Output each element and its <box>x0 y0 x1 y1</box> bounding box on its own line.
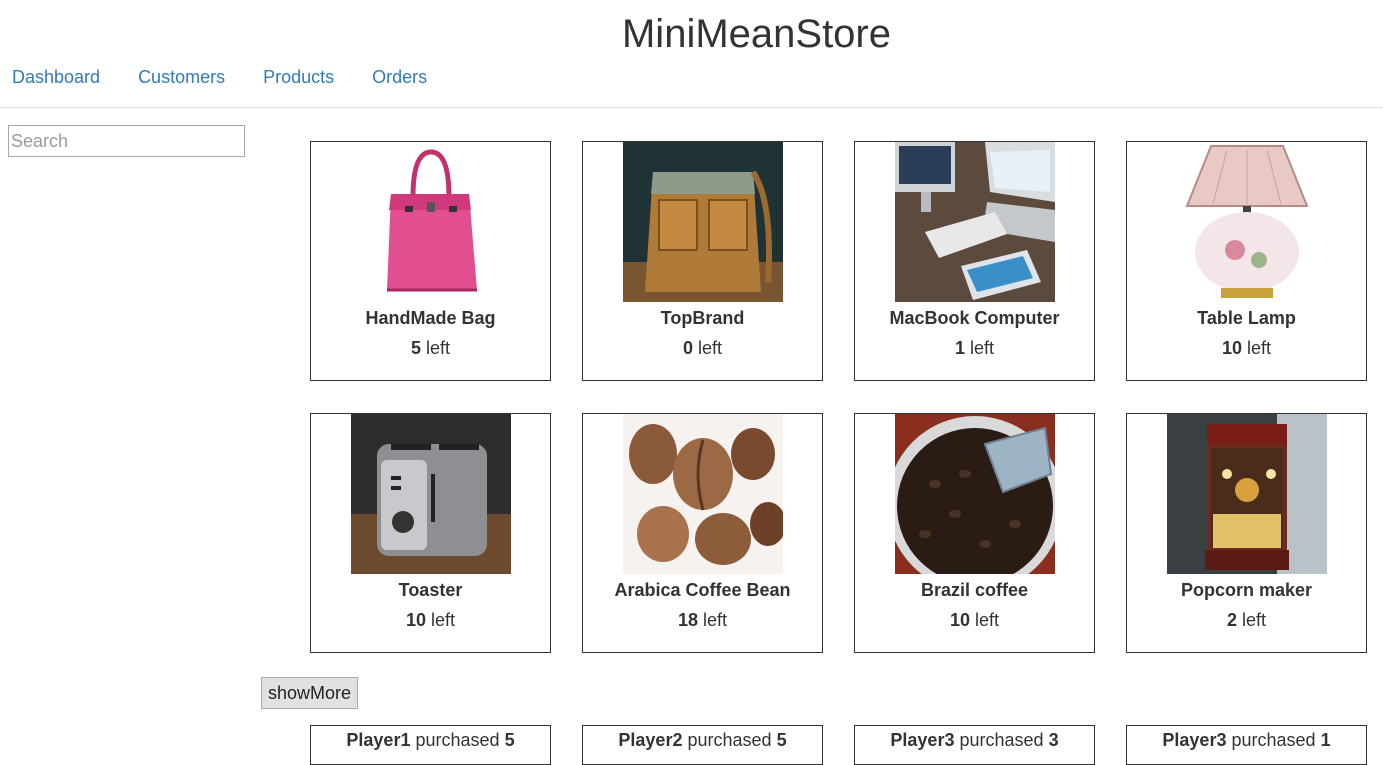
purchase-qty: 1 <box>1320 730 1331 750</box>
porcelain-lamp-image <box>1166 142 1327 302</box>
desk-computers-image <box>894 142 1055 302</box>
purchase-qty: 5 <box>776 730 787 750</box>
pink-handbag-image <box>350 142 511 302</box>
player-name: Player3 <box>1162 730 1227 750</box>
product-stock: 10 left <box>949 610 1000 630</box>
product-name: Toaster <box>398 580 463 600</box>
product-name: HandMade Bag <box>365 308 496 328</box>
product-stock: 18 left <box>677 610 728 630</box>
product-stock: 2 left <box>1226 610 1267 630</box>
product-card[interactable]: MacBook Computer 1 left <box>854 141 1095 381</box>
product-card[interactable]: Brazil coffee 10 left <box>854 413 1095 653</box>
purchase-card: Player1 purchased 5 <box>310 725 551 765</box>
header-divider <box>0 107 1383 108</box>
product-stock: 0 left <box>682 338 723 358</box>
player-name: Player3 <box>890 730 955 750</box>
product-name: MacBook Computer <box>889 308 1060 328</box>
product-card[interactable]: Table Lamp 10 left <box>1126 141 1367 381</box>
popcorn-machine-image <box>1166 414 1327 574</box>
purchase-card: Player3 purchased 3 <box>854 725 1095 765</box>
product-card[interactable]: HandMade Bag 5 left <box>310 141 551 381</box>
show-more-button[interactable]: showMore <box>261 677 359 709</box>
purchase-card: Player2 purchased 5 <box>582 725 823 765</box>
product-name: Popcorn maker <box>1180 580 1313 600</box>
nav-orders[interactable]: Orders <box>372 67 427 88</box>
product-stock: 1 left <box>954 338 995 358</box>
nav-products[interactable]: Products <box>263 67 334 88</box>
product-card[interactable]: TopBrand 0 left <box>582 141 823 381</box>
page-title: MiniMeanStore <box>621 12 891 56</box>
product-name: Table Lamp <box>1197 308 1296 328</box>
chrome-toaster-image <box>350 414 511 574</box>
product-name: TopBrand <box>660 308 745 328</box>
coffee-beans-image <box>622 414 783 574</box>
nav-customers[interactable]: Customers <box>138 67 225 88</box>
purchase-qty: 3 <box>1048 730 1059 750</box>
product-card[interactable]: Popcorn maker 2 left <box>1126 413 1367 653</box>
product-name: Arabica Coffee Bean <box>614 580 791 600</box>
purchase-card: Player3 purchased 1 <box>1126 725 1367 765</box>
coffee-scoop-image <box>894 414 1055 574</box>
product-card[interactable]: Arabica Coffee Bean 18 left <box>582 413 823 653</box>
main-nav: Dashboard Customers Products Orders <box>12 67 465 88</box>
product-name: Brazil coffee <box>920 580 1029 600</box>
purchase-qty: 5 <box>504 730 515 750</box>
player-name: Player1 <box>346 730 411 750</box>
product-stock: 5 left <box>410 338 451 358</box>
nav-dashboard[interactable]: Dashboard <box>12 67 100 88</box>
tan-leather-bag-image <box>622 142 783 302</box>
player-name: Player2 <box>618 730 683 750</box>
product-card[interactable]: Toaster 10 left <box>310 413 551 653</box>
search-input[interactable] <box>8 125 245 157</box>
product-stock: 10 left <box>405 610 456 630</box>
product-stock: 10 left <box>1221 338 1272 358</box>
